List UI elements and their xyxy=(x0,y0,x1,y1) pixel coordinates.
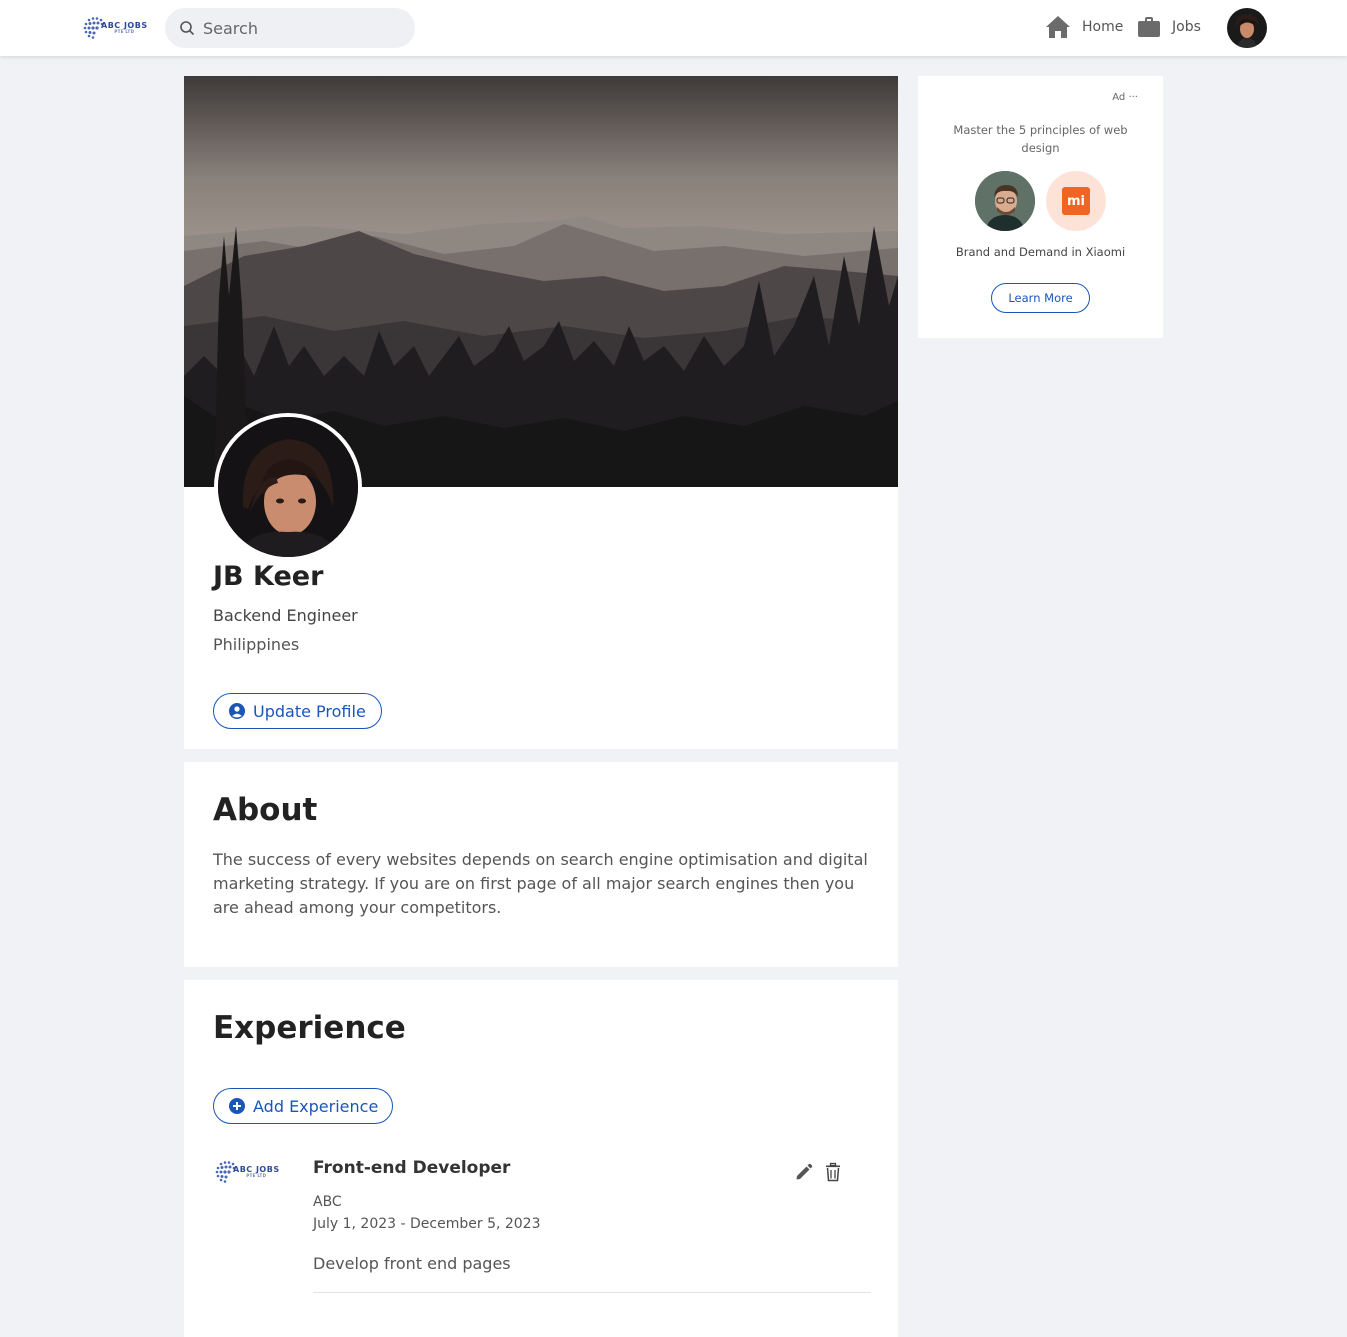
ad-headline: Master the 5 principles of web design xyxy=(953,123,1128,155)
profile-avatar-image xyxy=(218,417,358,557)
nav-jobs-label: Jobs xyxy=(1172,19,1201,35)
update-profile-button[interactable]: Update Profile xyxy=(213,693,382,729)
xiaomi-mi-icon: mi xyxy=(1062,187,1090,215)
about-card: About The success of every websites depe… xyxy=(184,762,898,967)
plus-circle-icon xyxy=(229,1098,245,1114)
top-navbar: ABC JOBS PTE LTD Home Jobs xyxy=(0,0,1347,56)
profile-name: JB Keer xyxy=(213,561,324,592)
logo-subtext: PTE LTD xyxy=(114,29,135,34)
home-icon xyxy=(1046,16,1070,38)
profile-job-title: Backend Engineer xyxy=(213,606,358,625)
about-text: The success of every websites depends on… xyxy=(213,850,868,917)
experience-heading: Experience xyxy=(213,1010,406,1046)
experience-dates: July 1, 2023 - December 5, 2023 xyxy=(313,1216,541,1232)
nav-home-link[interactable]: Home xyxy=(1045,14,1123,40)
experience-role: Front-end Developer xyxy=(313,1158,511,1178)
xiaomi-brand-logo: mi xyxy=(1046,171,1106,231)
ad-label[interactable]: Ad ··· xyxy=(1112,92,1138,103)
nav-jobs-link[interactable]: Jobs xyxy=(1137,14,1201,40)
nav-home-label: Home xyxy=(1082,19,1124,35)
profile-location: Philippines xyxy=(213,635,300,654)
briefcase-icon xyxy=(1138,17,1160,37)
company-logo: ABC JOBS PTE LTD xyxy=(213,1156,289,1188)
experience-company: ABC xyxy=(313,1194,342,1210)
profile-card: JB Keer Backend Engineer Philippines Upd… xyxy=(184,76,898,749)
edit-pencil-icon[interactable] xyxy=(794,1162,814,1182)
update-profile-label: Update Profile xyxy=(253,701,366,721)
abc-jobs-logo[interactable]: ABC JOBS PTE LTD xyxy=(81,12,153,44)
profile-avatar[interactable] xyxy=(214,413,362,561)
experience-description: Develop front end pages xyxy=(313,1254,511,1273)
learn-more-button[interactable]: Learn More xyxy=(991,283,1090,313)
trash-icon[interactable] xyxy=(824,1162,842,1182)
search-icon xyxy=(180,21,194,35)
ad-caption: Brand and Demand in Xiaomi xyxy=(955,245,1126,259)
ad-person-avatar xyxy=(975,171,1035,231)
ad-person-image xyxy=(975,171,1035,231)
ad-card: Ad ··· Master the 5 principles of web de… xyxy=(918,76,1163,338)
ad-label-text: Ad xyxy=(1112,92,1126,103)
more-options-icon[interactable]: ··· xyxy=(1128,92,1138,103)
avatar-image xyxy=(1227,8,1267,48)
about-heading: About xyxy=(213,792,318,828)
add-experience-button[interactable]: Add Experience xyxy=(213,1088,393,1124)
search-input[interactable] xyxy=(203,18,393,38)
experience-item: ABC JOBS PTE LTD Front-end Developer ABC… xyxy=(213,1156,871,1293)
search-bar[interactable] xyxy=(165,8,415,48)
experience-card: Experience Add Experience ABC JOBS PTE L… xyxy=(184,980,898,1337)
user-circle-icon xyxy=(229,703,245,719)
add-experience-label: Add Experience xyxy=(253,1096,379,1116)
user-avatar[interactable] xyxy=(1227,8,1267,48)
experience-divider xyxy=(313,1292,871,1293)
company-logo-subtext: PTE LTD xyxy=(246,1173,267,1178)
